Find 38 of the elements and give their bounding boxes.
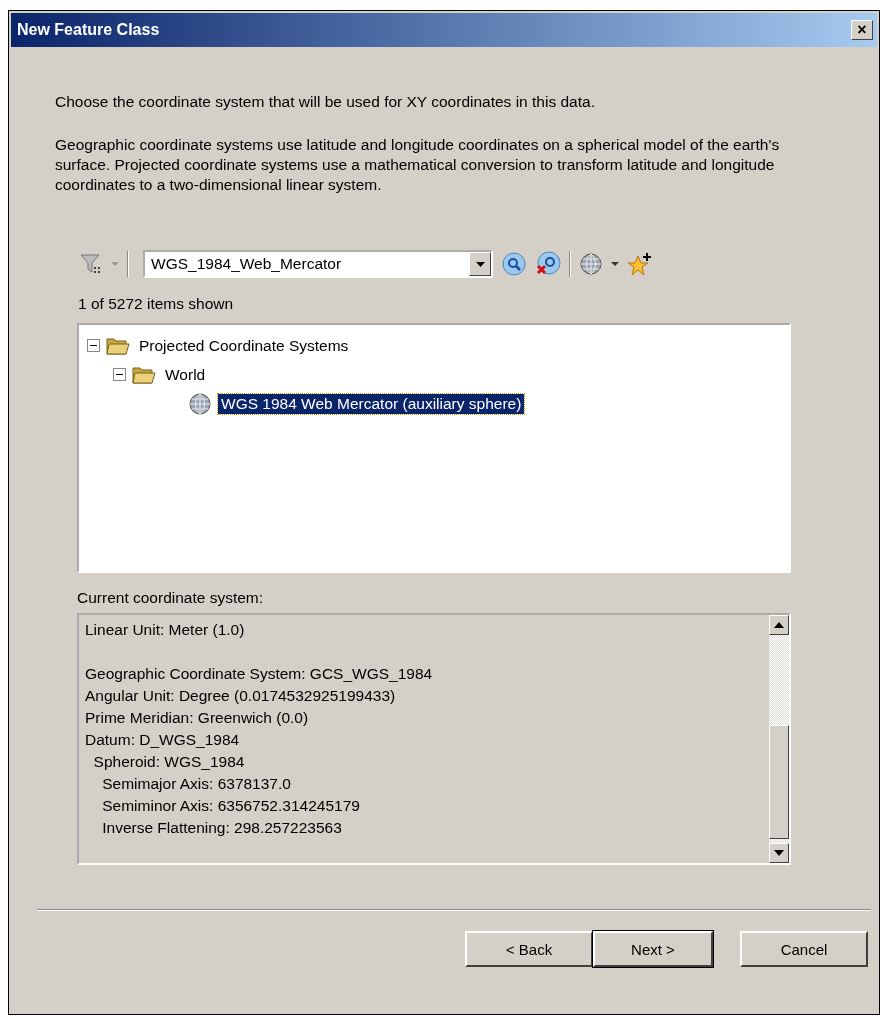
details-line: Linear Unit: Meter (1.0) — [85, 620, 246, 640]
item-count: 1 of 5272 items shown — [78, 295, 235, 313]
folder-icon — [106, 335, 130, 356]
dialog-button[interactable]: Next > — [593, 931, 713, 967]
details-line: Datum: D_WGS_1984 — [85, 730, 241, 750]
details-label: Current coordinate system: — [77, 589, 265, 607]
details-line: Angular Unit: Degree (0.0174532925199433) — [85, 686, 397, 706]
tree-item[interactable]: Projected Coordinate Systems — [136, 335, 352, 356]
scroll-down-icon[interactable] — [774, 850, 784, 856]
close-button[interactable]: × — [851, 20, 873, 40]
tree-item[interactable]: World — [162, 364, 209, 385]
collapse-toggle[interactable] — [87, 339, 100, 352]
dialog-button[interactable]: Cancel — [740, 931, 868, 967]
details-line: Semiminor Axis: 6356752.314245179 — [101, 796, 361, 816]
scrollbar[interactable] — [769, 615, 789, 863]
search-combo[interactable]: WGS_1984_Web_Mercator — [143, 250, 493, 278]
instruction-text: Choose the coordinate system that will be used for XY coordinates in this data. — [55, 93, 596, 111]
details-line: Geographic Coordinate System: GCS_WGS_1984 — [85, 664, 434, 684]
details-line: Semimajor Axis: 6378137.0 — [101, 774, 292, 794]
globe-icon — [188, 391, 212, 416]
folder-icon — [132, 364, 156, 385]
window-title: New Feature Class — [17, 21, 160, 39]
collapse-toggle[interactable] — [113, 368, 126, 381]
caret-icon — [475, 261, 485, 267]
caret-icon[interactable] — [611, 261, 619, 267]
dialog-button[interactable]: < Back — [465, 931, 593, 967]
clear-search-icon[interactable] — [535, 251, 561, 277]
details-line: Prime Meridian: Greenwich (0.0) — [85, 708, 310, 728]
filter-icon[interactable] — [79, 252, 103, 276]
dropdown-button[interactable] — [469, 252, 491, 276]
details-line: Inverse Flattening: 298.257223563 — [101, 818, 343, 838]
description-text: Geographic coordinate systems use latitude and longitude coordinates on a spherical model of the earth's surface. Projected coordinate systems use a mathematical conversion to transform latitude and longitude coordinates to a two-dimensional linear system. — [55, 135, 781, 195]
star-add-icon[interactable] — [627, 251, 653, 277]
scroll-up-icon[interactable] — [774, 622, 784, 628]
new-globe-icon[interactable] — [579, 252, 603, 276]
details-line: Spheroid: WGS_1984 — [92, 752, 246, 772]
tree-item[interactable]: WGS 1984 Web Mercator (auxiliary sphere) — [218, 393, 525, 414]
search-icon[interactable] — [501, 251, 527, 277]
